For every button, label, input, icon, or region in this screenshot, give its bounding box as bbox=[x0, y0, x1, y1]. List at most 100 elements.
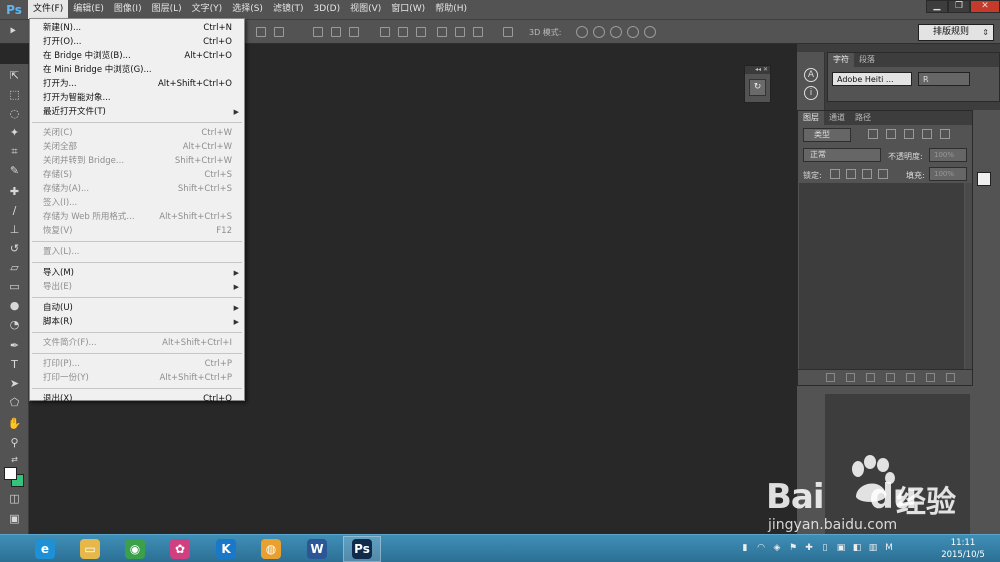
taskbar-app[interactable]: K bbox=[207, 536, 245, 562]
tray-icon[interactable]: ✚ bbox=[804, 541, 814, 555]
file-menu-item[interactable]: 在 Mini Bridge 中浏览(G)... bbox=[30, 63, 244, 77]
lock-transparent-icon[interactable] bbox=[830, 169, 840, 179]
menu-type[interactable]: 文字(Y) bbox=[187, 0, 228, 19]
menu-file[interactable]: 文件(F) bbox=[28, 0, 69, 19]
filter-type-icon[interactable] bbox=[904, 129, 914, 139]
filter-adjustment-icon[interactable] bbox=[886, 129, 896, 139]
taskbar-app[interactable]: e bbox=[26, 536, 64, 562]
tray-icon[interactable]: ▮ bbox=[740, 541, 750, 555]
dodge-tool-icon[interactable]: ◔ bbox=[6, 317, 23, 333]
3d-orbit-icon[interactable] bbox=[576, 26, 588, 38]
link-layers-icon[interactable] bbox=[826, 373, 835, 382]
tab-paths[interactable]: 路径 bbox=[850, 111, 876, 125]
file-menu-item[interactable]: 脚本(R) ▶ bbox=[30, 315, 244, 329]
quick-mask-icon[interactable]: ◫ bbox=[6, 491, 23, 507]
quick-select-tool-icon[interactable]: ✦ bbox=[6, 125, 23, 141]
foreground-color-swatch[interactable] bbox=[4, 467, 17, 480]
tray-icon[interactable]: ▥ bbox=[868, 541, 878, 555]
tray-icon[interactable]: ◈ bbox=[772, 541, 782, 555]
taskbar-app[interactable]: ✿ bbox=[161, 536, 199, 562]
gradient-tool-icon[interactable]: ▭ bbox=[6, 279, 23, 295]
add-mask-icon[interactable] bbox=[866, 373, 875, 382]
align-bottom-icon[interactable] bbox=[313, 27, 323, 37]
3d-pan-icon[interactable] bbox=[610, 26, 622, 38]
3d-scale-icon[interactable] bbox=[644, 26, 656, 38]
fill-input[interactable]: 100% bbox=[929, 167, 967, 181]
move-tool-icon[interactable]: ⇱ bbox=[6, 68, 23, 84]
minimize-button[interactable]: ▁ bbox=[926, 0, 948, 13]
menu-image[interactable]: 图像(I) bbox=[109, 0, 147, 19]
type-tool-icon[interactable]: T bbox=[6, 357, 23, 373]
distribute-vcenter-icon[interactable] bbox=[398, 27, 408, 37]
3d-slide-icon[interactable] bbox=[627, 26, 639, 38]
taskbar-app[interactable]: ▭ bbox=[71, 536, 109, 562]
file-menu-item[interactable]: 最近打开文件(T) ▶ bbox=[30, 105, 244, 119]
distribute-bottom-icon[interactable] bbox=[416, 27, 426, 37]
info-panel-icon[interactable]: i bbox=[804, 86, 818, 100]
filter-smart-object-icon[interactable] bbox=[940, 129, 950, 139]
color-swatch[interactable] bbox=[977, 172, 991, 186]
blend-mode-select[interactable]: 正常 bbox=[803, 148, 881, 162]
blur-tool-icon[interactable]: ● bbox=[6, 298, 23, 314]
distribute-left-icon[interactable] bbox=[437, 27, 447, 37]
taskbar-app[interactable]: W bbox=[298, 536, 336, 562]
align-vcenter-icon[interactable] bbox=[274, 27, 284, 37]
lasso-tool-icon[interactable]: ◌ bbox=[6, 106, 23, 122]
menu-edit[interactable]: 编辑(E) bbox=[68, 0, 109, 19]
tray-icon[interactable]: ▯ bbox=[820, 541, 830, 555]
font-family-select[interactable]: Adobe Heiti ... bbox=[832, 72, 912, 86]
tray-icon[interactable]: ◧ bbox=[852, 541, 862, 555]
3d-roll-icon[interactable] bbox=[593, 26, 605, 38]
lock-position-icon[interactable] bbox=[862, 169, 872, 179]
file-menu-item[interactable]: 打开为智能对象... bbox=[30, 91, 244, 105]
swap-colors-icon[interactable]: ⇄ bbox=[6, 452, 23, 468]
align-left-icon[interactable] bbox=[331, 27, 341, 37]
history-panel-icon[interactable]: ↻ bbox=[749, 79, 766, 96]
align-top-icon[interactable] bbox=[256, 27, 266, 37]
path-selection-tool-icon[interactable]: ➤ bbox=[6, 376, 23, 392]
filter-shape-icon[interactable] bbox=[922, 129, 932, 139]
zoom-tool-icon[interactable]: ⚲ bbox=[6, 435, 23, 451]
brush-tool-icon[interactable]: ∕ bbox=[6, 203, 23, 219]
font-style-select[interactable]: R bbox=[918, 72, 970, 86]
file-menu-item[interactable]: 自动(U) ▶ bbox=[30, 301, 244, 315]
hand-tool-icon[interactable]: ✋ bbox=[6, 416, 23, 432]
tab-layers[interactable]: 图层 bbox=[798, 111, 824, 125]
file-menu-item[interactable]: 新建(N)... Ctrl+N bbox=[30, 21, 244, 35]
opacity-input[interactable]: 100% bbox=[929, 148, 967, 162]
taskbar-app[interactable]: ◉ bbox=[116, 536, 154, 562]
workspace-select[interactable]: 排版规则 bbox=[918, 24, 994, 41]
file-menu-item[interactable]: 打开为... Alt+Shift+Ctrl+O bbox=[30, 77, 244, 91]
file-menu-item[interactable]: 导入(M) ▶ bbox=[30, 266, 244, 280]
file-menu-item[interactable]: 退出(X) Ctrl+Q bbox=[30, 392, 244, 406]
pen-tool-icon[interactable]: ✒ bbox=[6, 338, 23, 354]
menu-layer[interactable]: 图层(L) bbox=[147, 0, 187, 19]
lock-image-icon[interactable] bbox=[846, 169, 856, 179]
distribute-hcenter-icon[interactable] bbox=[455, 27, 465, 37]
clone-stamp-tool-icon[interactable]: ⊥ bbox=[6, 222, 23, 238]
filter-pixel-icon[interactable] bbox=[868, 129, 878, 139]
tray-icon[interactable]: ⚑ bbox=[788, 541, 798, 555]
menu-filter[interactable]: 滤镜(T) bbox=[268, 0, 309, 19]
menu-window[interactable]: 窗口(W) bbox=[386, 0, 430, 19]
taskbar-app[interactable]: Ps bbox=[343, 536, 381, 562]
menu-view[interactable]: 视图(V) bbox=[345, 0, 386, 19]
menu-3d[interactable]: 3D(D) bbox=[308, 0, 345, 19]
crop-tool-icon[interactable]: ⌗ bbox=[6, 144, 23, 160]
healing-brush-tool-icon[interactable]: ✚ bbox=[6, 184, 23, 200]
new-group-icon[interactable] bbox=[906, 373, 915, 382]
eyedropper-tool-icon[interactable]: ✎ bbox=[6, 163, 23, 179]
lock-all-icon[interactable] bbox=[878, 169, 888, 179]
new-layer-icon[interactable] bbox=[926, 373, 935, 382]
distribute-right-icon[interactable] bbox=[473, 27, 483, 37]
screen-mode-icon[interactable]: ▣ bbox=[6, 511, 23, 527]
taskbar-app[interactable]: ◍ bbox=[252, 536, 290, 562]
marquee-tool-icon[interactable]: ⬚ bbox=[6, 87, 23, 103]
file-menu-item[interactable]: 打开(O)... Ctrl+O bbox=[30, 35, 244, 49]
shape-tool-icon[interactable]: ⬠ bbox=[6, 395, 23, 411]
layer-filter-select[interactable]: 类型 bbox=[803, 128, 851, 142]
layers-scrollbar[interactable] bbox=[965, 183, 972, 369]
menu-select[interactable]: 选择(S) bbox=[227, 0, 268, 19]
align-hcenter-icon[interactable] bbox=[349, 27, 359, 37]
tray-icon[interactable]: ◠ bbox=[756, 541, 766, 555]
